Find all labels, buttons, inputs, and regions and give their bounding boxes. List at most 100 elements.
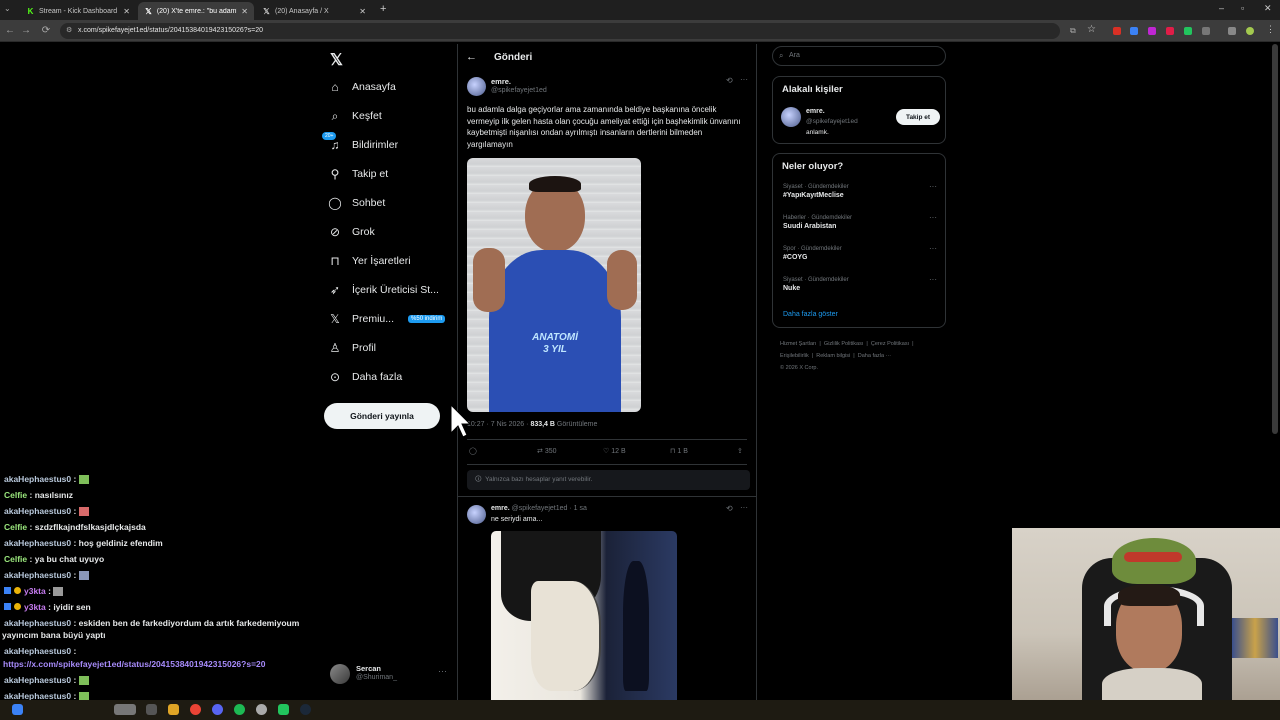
- more-dots-icon[interactable]: ···: [929, 275, 937, 284]
- more-dots-icon[interactable]: ···: [740, 75, 748, 84]
- taskbar-app-icon[interactable]: [114, 704, 136, 715]
- related-handle[interactable]: @spikefayejet1ed: [806, 118, 858, 125]
- streamer-hair: [1118, 584, 1180, 606]
- folder-icon[interactable]: [168, 704, 179, 715]
- nav-more[interactable]: ⊙ Daha fazla: [328, 366, 402, 388]
- avatar[interactable]: [467, 77, 486, 96]
- bookmark-star-icon[interactable]: ☆: [1087, 24, 1096, 35]
- reply-handle[interactable]: @spikefayejet1ed · 1 sa: [512, 505, 587, 512]
- x-logo-icon[interactable]: 𝕏: [330, 50, 343, 70]
- more-dots-icon[interactable]: ···: [740, 503, 748, 512]
- nav-bookmarks[interactable]: ⊓ Yer İşaretleri: [328, 250, 410, 272]
- avatar[interactable]: [467, 505, 486, 524]
- reply-author[interactable]: emre.: [491, 505, 510, 512]
- grok-analyze-icon[interactable]: ⟲: [726, 504, 733, 513]
- spotify-icon[interactable]: [234, 704, 245, 715]
- trend-item[interactable]: Spor · Gündemdekiler #COYG: [783, 246, 842, 261]
- footer-link[interactable]: Reklam bilgisi: [816, 353, 850, 359]
- maximize-icon[interactable]: ▫: [1241, 3, 1244, 13]
- grok-analyze-icon[interactable]: ⟲: [726, 76, 733, 85]
- search-input[interactable]: ⌕ Ara: [772, 46, 946, 66]
- minimize-icon[interactable]: –: [1219, 3, 1224, 13]
- more-dots-icon[interactable]: ···: [929, 244, 937, 253]
- nav-premium[interactable]: 𝕏 Premiu... %50 indirim: [328, 308, 446, 330]
- repost-button[interactable]: ⇄ 350: [537, 447, 557, 455]
- reload-icon[interactable]: ⟳: [40, 25, 52, 36]
- post-time[interactable]: 10:27 · 7 Nis 2026 ·: [467, 421, 528, 428]
- related-name[interactable]: emre.: [806, 108, 825, 115]
- discord-icon[interactable]: [212, 704, 223, 715]
- extension-icon[interactable]: [1148, 27, 1156, 35]
- post-image[interactable]: ANATOMİ 3 YIL: [467, 158, 641, 412]
- steam-icon[interactable]: [300, 704, 311, 715]
- show-more-link[interactable]: Daha fazla göster: [783, 311, 838, 318]
- extension-icon[interactable]: [1130, 27, 1138, 35]
- site-info-icon[interactable]: ⚙: [66, 23, 72, 39]
- nav-notifications[interactable]: ♫ 20+ Bildirimler: [322, 132, 398, 156]
- trend-item[interactable]: Siyaset · Gündemdekiler Nuke: [783, 277, 849, 292]
- more-dots-icon[interactable]: ···: [929, 213, 937, 222]
- chrome-icon[interactable]: [190, 704, 201, 715]
- tab-x-home[interactable]: 𝕏 (20) Anasayfa / X ✕: [256, 2, 372, 20]
- nav-follow[interactable]: ⚲ Takip et: [328, 163, 389, 185]
- nav-home[interactable]: ⌂ Anasayfa: [328, 76, 395, 98]
- account-name: Sercan: [356, 664, 382, 673]
- close-icon[interactable]: ✕: [241, 7, 248, 16]
- bookmark-button[interactable]: ⊓ 1 B: [670, 447, 688, 455]
- tab-x-post[interactable]: 𝕏 (20) X'te emre.: "bu adamla dal ✕: [138, 2, 254, 20]
- reply-image[interactable]: [491, 531, 677, 701]
- forward-icon[interactable]: →: [20, 25, 32, 36]
- sidepanel-icon[interactable]: [1228, 27, 1236, 35]
- footer-links: Hizmet Şartları | Gizlilik Politikası | …: [780, 341, 914, 371]
- share-icon[interactable]: ⇪: [737, 447, 743, 455]
- like-button[interactable]: ♡ 12 B: [603, 447, 626, 455]
- nav-chat[interactable]: ◯ Sohbet: [328, 192, 385, 214]
- footer-link[interactable]: Çerez Politikası: [871, 341, 909, 347]
- nav-creator-studio[interactable]: ➶ İçerik Üreticisi St...: [328, 279, 439, 301]
- avatar[interactable]: [781, 107, 801, 127]
- start-icon[interactable]: [12, 704, 23, 715]
- page-scrollbar[interactable]: [1272, 44, 1278, 434]
- close-icon[interactable]: ✕: [123, 7, 130, 16]
- post-button[interactable]: Gönderi yayınla: [324, 403, 440, 429]
- tab-list-chevron-icon[interactable]: ⌄: [4, 4, 11, 13]
- person-hair: [529, 176, 581, 192]
- post-handle[interactable]: @spikefayejet1ed: [491, 87, 547, 94]
- new-tab-icon[interactable]: +: [380, 3, 386, 15]
- nav-profile[interactable]: ♙ Profil: [328, 337, 376, 359]
- back-arrow-icon[interactable]: ←: [466, 51, 477, 63]
- footer-link[interactable]: Gizlilik Politikası: [824, 341, 863, 347]
- nav-grok[interactable]: ⊘ Grok: [328, 221, 375, 243]
- footer-link[interactable]: Hizmet Şartları: [780, 341, 816, 347]
- repost-count: 350: [544, 448, 557, 455]
- post-author[interactable]: emre.: [491, 77, 511, 86]
- follow-button[interactable]: Takip et: [896, 109, 940, 125]
- address-field[interactable]: ⚙ x.com/spikefayejet1ed/status/204153840…: [60, 23, 1076, 39]
- taskbar-app-icon[interactable]: [278, 704, 289, 715]
- reply-icon[interactable]: ◯: [469, 447, 477, 455]
- close-icon[interactable]: ✕: [359, 7, 366, 16]
- more-dots-icon[interactable]: ···: [929, 182, 937, 191]
- footer-link[interactable]: Erişilebilirlik: [780, 353, 809, 359]
- close-window-icon[interactable]: ✕: [1264, 3, 1272, 14]
- extension-icon[interactable]: [1166, 27, 1174, 35]
- taskbar-app-icon[interactable]: [146, 704, 157, 715]
- more-dots-icon[interactable]: ···: [438, 666, 447, 676]
- tab-kick-dashboard[interactable]: K Stream - Kick Dashboard ✕: [20, 2, 136, 20]
- footer-link[interactable]: Daha fazla ···: [858, 353, 891, 359]
- taskbar-app-icon[interactable]: [256, 704, 267, 715]
- chat-link[interactable]: https://x.com/spikefayejet1ed/status/204…: [3, 659, 265, 669]
- account-switcher[interactable]: Sercan @Shuriman_ ···: [330, 664, 450, 686]
- extension-icon[interactable]: [1113, 27, 1121, 35]
- menu-kebab-icon[interactable]: ⋮: [1266, 24, 1275, 35]
- chat-text: nasılsınız: [34, 490, 73, 500]
- extension-icon[interactable]: [1184, 27, 1192, 35]
- trend-item[interactable]: Siyaset · Gündemdekiler #YapıKayıtMeclis…: [783, 184, 849, 199]
- extensions-puzzle-icon[interactable]: [1202, 27, 1210, 35]
- avatar[interactable]: [1246, 27, 1254, 35]
- nav-label: Profil: [352, 342, 376, 354]
- install-icon[interactable]: ⧉: [1070, 23, 1076, 39]
- trend-item[interactable]: Haberler · Gündemdekiler Suudi Arabistan: [783, 215, 852, 230]
- nav-explore[interactable]: ⌕ Keşfet: [328, 105, 382, 127]
- back-icon[interactable]: ←: [4, 25, 16, 36]
